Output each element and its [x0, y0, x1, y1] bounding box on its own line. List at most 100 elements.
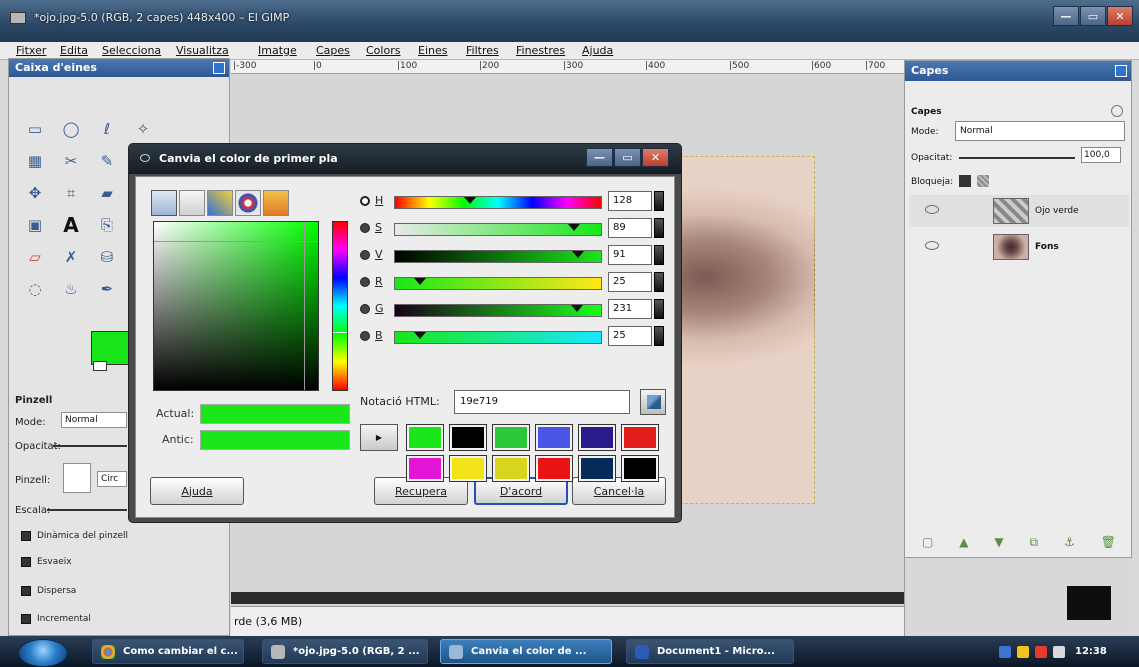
green-slider[interactable]: [394, 304, 602, 317]
taskbar-item-chrome[interactable]: Como cambiar el c...: [92, 639, 244, 664]
mode-select[interactable]: Normal: [61, 412, 127, 428]
menu-edita[interactable]: Edita: [60, 44, 88, 57]
eraser-icon[interactable]: ▱: [23, 245, 47, 269]
check-fade[interactable]: Esvaeix: [21, 557, 72, 567]
anchor-layer-icon[interactable]: ⚓: [1064, 535, 1075, 549]
history-swatch[interactable]: [621, 455, 659, 482]
taskbar-item-color-dialog[interactable]: Canvia el color de ...: [440, 639, 612, 664]
brush-name-field[interactable]: Circ: [97, 471, 127, 487]
history-swatch[interactable]: [406, 424, 444, 451]
dialog-maximize-button[interactable]: ▭: [614, 148, 641, 167]
lasso-icon[interactable]: ℓ: [95, 117, 119, 141]
spinner-icon[interactable]: [654, 299, 664, 319]
html-notation-input[interactable]: 19e719: [454, 390, 630, 414]
dialog-close-button[interactable]: ✕: [642, 148, 669, 167]
check-incremental[interactable]: Incremental: [21, 614, 91, 624]
network-icon[interactable]: [999, 645, 1011, 658]
history-swatch[interactable]: [578, 424, 616, 451]
panel-menu-icon[interactable]: [1111, 105, 1123, 117]
saturation-slider[interactable]: [394, 223, 602, 236]
history-swatch[interactable]: [492, 455, 530, 482]
history-swatch[interactable]: [406, 455, 444, 482]
ink-icon[interactable]: ✒: [95, 277, 119, 301]
lock-pixels-icon[interactable]: [959, 175, 971, 187]
radio-r[interactable]: [360, 277, 370, 287]
history-swatch[interactable]: [492, 424, 530, 451]
radio-v[interactable]: [360, 250, 370, 260]
history-swatch[interactable]: [621, 424, 659, 451]
dialog-minimize-button[interactable]: —: [586, 148, 613, 167]
watercolor-selector-tab[interactable]: [207, 190, 233, 216]
eye-image-layer[interactable]: [675, 156, 815, 504]
wheel-selector-tab[interactable]: [235, 190, 261, 216]
antivirus-icon[interactable]: [1035, 645, 1047, 658]
perspective-icon[interactable]: ▰: [95, 181, 119, 205]
color-picker-button[interactable]: [640, 389, 666, 415]
history-swatch[interactable]: [535, 455, 573, 482]
radio-s[interactable]: [360, 223, 370, 233]
taskbar-item-word[interactable]: Document1 - Micro...: [626, 639, 794, 664]
history-swatch[interactable]: [449, 424, 487, 451]
new-layer-icon[interactable]: ▢: [922, 535, 933, 549]
layers-opacity-value[interactable]: 100,0: [1081, 147, 1121, 163]
shield-icon[interactable]: [1017, 645, 1029, 658]
saturation-value[interactable]: 89: [608, 218, 652, 238]
start-button[interactable]: [18, 639, 68, 667]
blue-value[interactable]: 25: [608, 326, 652, 346]
scissors-icon[interactable]: ✂: [59, 149, 83, 173]
gimp-selector-tab[interactable]: [151, 190, 177, 216]
scale-slider[interactable]: [47, 509, 127, 511]
spinner-icon[interactable]: [654, 191, 664, 211]
clone-icon[interactable]: ⎘: [95, 213, 119, 237]
value-value[interactable]: 91: [608, 245, 652, 265]
radio-b[interactable]: [360, 331, 370, 341]
maximize-button[interactable]: ▭: [1080, 6, 1106, 26]
blue-slider[interactable]: [394, 331, 602, 344]
crop-icon[interactable]: ⌗: [59, 181, 83, 205]
bucket-icon[interactable]: ⛁: [95, 245, 119, 269]
menu-ajuda[interactable]: Ajuda: [582, 44, 613, 57]
menu-filtres[interactable]: Filtres: [466, 44, 499, 57]
airbrush-icon[interactable]: ✗: [59, 245, 83, 269]
brush-preview[interactable]: [63, 463, 91, 493]
red-slider[interactable]: [394, 277, 602, 290]
menu-colors[interactable]: Colors: [366, 44, 400, 57]
lower-layer-icon[interactable]: ▼: [994, 535, 1003, 549]
ellipse-select-icon[interactable]: ◯: [59, 117, 83, 141]
check-dynamics[interactable]: Dinàmica del pinzell: [21, 531, 128, 541]
horizontal-scrollbar[interactable]: [231, 592, 904, 604]
align-icon[interactable]: ▣: [23, 213, 47, 237]
radio-g[interactable]: [360, 304, 370, 314]
layer-row[interactable]: Ojo verde: [909, 195, 1129, 227]
foreground-select-icon[interactable]: ✎: [95, 149, 119, 173]
spinner-icon[interactable]: [654, 218, 664, 238]
spinner-icon[interactable]: [654, 326, 664, 346]
green-value[interactable]: 231: [608, 299, 652, 319]
spinner-icon[interactable]: [654, 245, 664, 265]
heal-icon[interactable]: ♨: [59, 277, 83, 301]
cmyk-selector-tab[interactable]: [179, 190, 205, 216]
eye-icon[interactable]: [925, 241, 939, 250]
layer-row[interactable]: Fons: [909, 231, 1129, 263]
menu-selecciona[interactable]: Selecciona: [102, 44, 161, 57]
raise-layer-icon[interactable]: ▲: [959, 535, 968, 549]
saturation-value-square[interactable]: [153, 221, 319, 391]
eye-icon[interactable]: [925, 205, 939, 214]
delete-layer-icon[interactable]: 🗑: [1101, 535, 1116, 549]
layers-close-icon[interactable]: [1115, 65, 1127, 77]
menu-finestres[interactable]: Finestres: [516, 44, 565, 57]
palette-selector-tab[interactable]: [263, 190, 289, 216]
volume-icon[interactable]: [1053, 645, 1065, 658]
layers-mode-select[interactable]: Normal: [955, 121, 1125, 141]
move-icon[interactable]: ✥: [23, 181, 47, 205]
toolbox-close-icon[interactable]: [213, 62, 225, 74]
red-value[interactable]: 25: [608, 272, 652, 292]
menu-visualitza[interactable]: Visualitza: [176, 44, 229, 57]
value-slider[interactable]: [394, 250, 602, 263]
history-swatch[interactable]: [578, 455, 616, 482]
history-swatch[interactable]: [449, 455, 487, 482]
help-button[interactable]: Ajuda: [150, 477, 244, 505]
taskbar-item-gimp[interactable]: *ojo.jpg-5.0 (RGB, 2 ...: [262, 639, 428, 664]
menu-eines[interactable]: Eines: [418, 44, 447, 57]
radio-h[interactable]: [360, 196, 370, 206]
